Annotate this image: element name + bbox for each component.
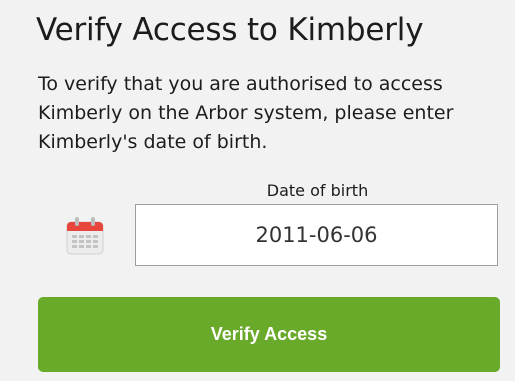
page-title: Verify Access to Kimberly	[36, 12, 424, 48]
verify-access-button[interactable]: Verify Access	[38, 297, 500, 372]
date-of-birth-input[interactable]	[135, 204, 498, 266]
calendar-icon[interactable]	[65, 216, 105, 256]
date-of-birth-label: Date of birth	[266, 181, 369, 200]
intro-text: To verify that you are authorised to acc…	[38, 73, 454, 153]
verify-access-panel: Verify Access to Kimberly To verify that…	[20, 0, 515, 381]
